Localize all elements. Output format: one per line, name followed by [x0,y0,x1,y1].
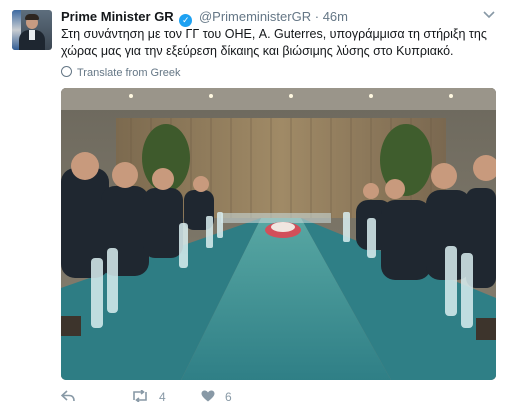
like-count: 6 [225,390,232,404]
translate-label: Translate from Greek [77,67,181,79]
translate-link[interactable]: Translate from Greek [61,66,181,80]
separator-dot: · [314,9,320,24]
author-name[interactable]: Prime Minister GR [61,9,174,24]
tweet-text: Στη συνάντηση με τον ΓΓ του ΟΗΕ, A. Gute… [61,26,501,60]
photo-meeting-icon [61,88,496,380]
heart-icon[interactable] [201,390,215,405]
retweet-icon[interactable] [131,389,149,405]
reply-icon[interactable] [60,390,75,405]
globe-icon [61,66,72,77]
avatar-hair-shape [25,14,39,20]
timestamp[interactable]: 46m [323,9,348,24]
tweet-text-line: χώρας μας για την εξεύρεση δίκαιης και β… [61,44,454,58]
retweet-count: 4 [159,390,166,404]
chevron-down-icon[interactable] [483,8,495,22]
tweet-card[interactable]: Prime Minister GR ✓ @PrimeministerGR · 4… [0,0,509,412]
tweet-text-line: Στη συνάντηση με τον ΓΓ του ΟΗΕ, A. Gute… [61,27,487,41]
avatar-shirt-shape [29,30,35,40]
tweet-photo[interactable] [61,88,496,380]
avatar[interactable] [12,10,52,50]
author-handle[interactable]: @PrimeministerGR [199,9,311,24]
tweet-header: Prime Minister GR ✓ @PrimeministerGR · 4… [61,9,348,27]
tweet-actions: 4 6 [60,389,361,406]
